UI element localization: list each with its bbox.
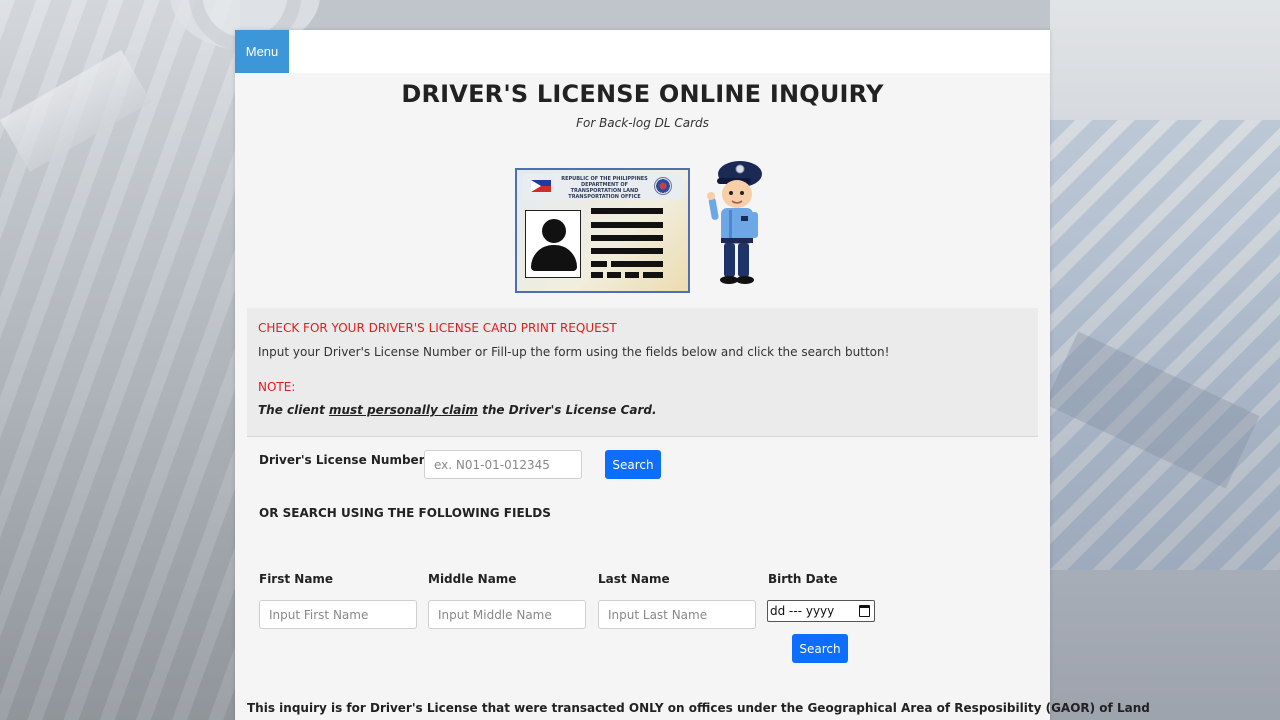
traffic-officer-mascot-icon: [707, 161, 762, 284]
license-number-label: Driver's License Number:: [259, 453, 430, 467]
page-subtitle: For Back-log DL Cards: [576, 116, 709, 130]
first-name-label: First Name: [259, 572, 334, 586]
lto-seal-icon: [654, 177, 672, 195]
license-search-button[interactable]: Search: [605, 450, 661, 479]
card-header-text: REPUBLIC OF THE PHILIPPINES DEPARTMENT O…: [561, 176, 648, 200]
main-panel: Menu DRIVER'S LICENSE ONLINE INQUIRY For…: [235, 30, 1150, 720]
middle-name-label: Middle Name: [428, 572, 517, 586]
philippine-flag-icon: [531, 180, 551, 192]
last-name-label: Last Name: [598, 572, 670, 586]
note-label: NOTE:: [258, 380, 296, 394]
gaor-disclaimer-text: This inquiry is for Driver's License tha…: [247, 701, 1150, 715]
first-name-input[interactable]: Input First Name: [259, 600, 417, 629]
license-number-input[interactable]: ex. N01-01-012345: [424, 450, 582, 479]
notice-heading: CHECK FOR YOUR DRIVER'S LICENSE CARD PRI…: [258, 321, 617, 335]
notice-instruction: Input your Driver's License Number or Fi…: [258, 345, 890, 359]
calendar-icon[interactable]: [859, 605, 870, 617]
person-silhouette-icon: [525, 210, 581, 278]
birth-date-label: Birth Date: [768, 572, 838, 586]
claim-note: The client must personally claim the Dri…: [258, 403, 657, 417]
top-navbar: Menu: [235, 30, 1050, 73]
menu-button[interactable]: Menu: [235, 30, 289, 73]
field-search-button[interactable]: Search: [792, 634, 848, 663]
page-title: DRIVER'S LICENSE ONLINE INQUIRY: [401, 80, 884, 108]
field-search-heading: OR SEARCH USING THE FOLLOWING FIELDS: [259, 506, 551, 520]
last-name-input[interactable]: Input Last Name: [598, 600, 756, 629]
birth-date-input[interactable]: dd --- yyyy: [767, 600, 875, 622]
middle-name-input[interactable]: Input Middle Name: [428, 600, 586, 629]
birth-date-value: dd --- yyyy: [770, 604, 835, 618]
license-card-illustration: REPUBLIC OF THE PHILIPPINES DEPARTMENT O…: [515, 168, 690, 293]
notice-box: CHECK FOR YOUR DRIVER'S LICENSE CARD PRI…: [247, 308, 1038, 437]
